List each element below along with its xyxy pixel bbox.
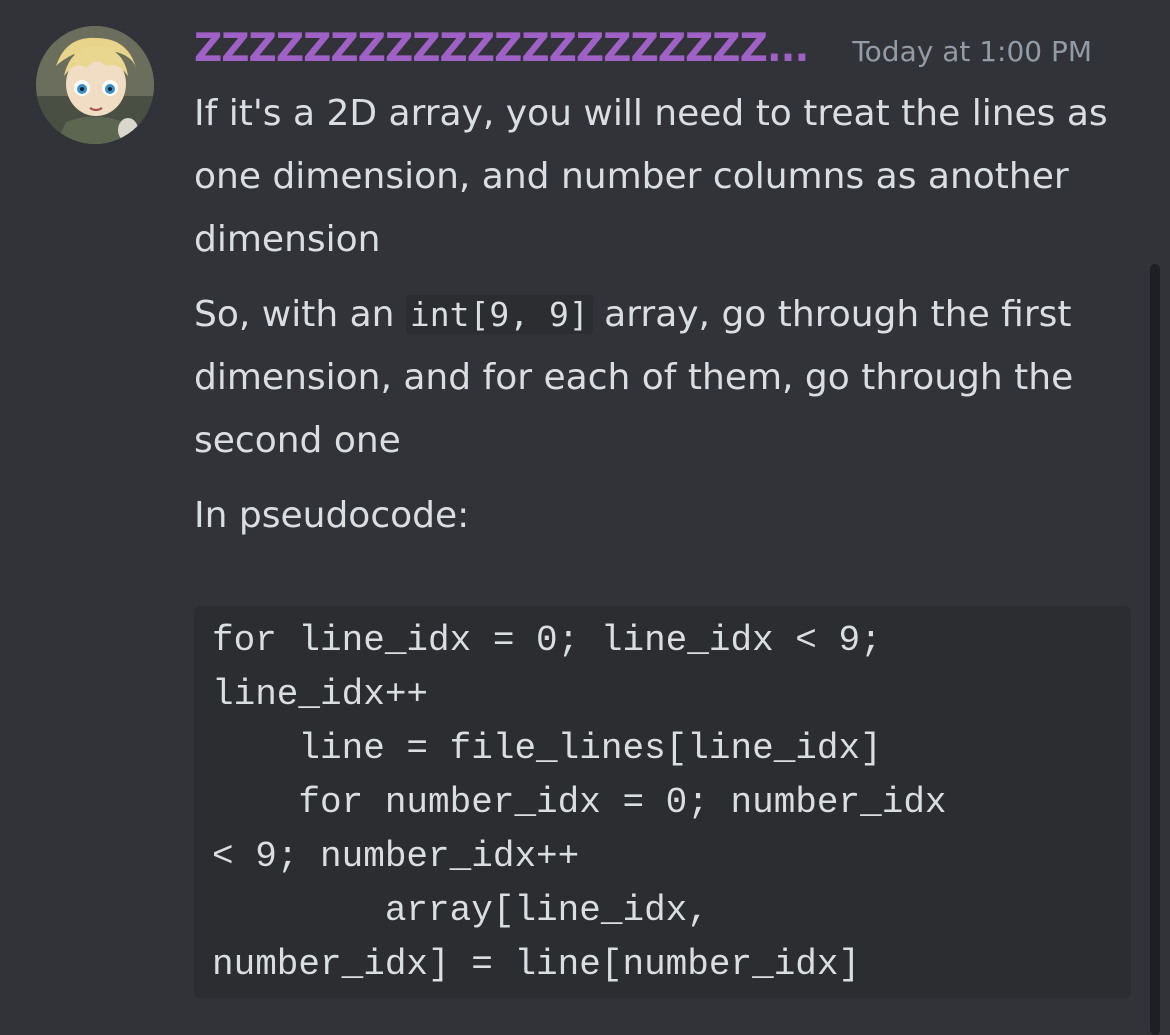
inline-code: int[9, 9]: [405, 295, 593, 334]
message-paragraph: If it's a 2D array, you will need to tre…: [194, 93, 1108, 260]
message-paragraph: So, with an int[9, 9] array, go through …: [194, 283, 1134, 472]
scrollbar[interactable]: [1150, 264, 1160, 1035]
code-line: line = file_lines[line_idx]: [212, 728, 882, 769]
text-segment: So, with an: [194, 294, 406, 335]
code-line: < 9; number_idx++: [212, 836, 580, 877]
code-line: line_idx++: [212, 674, 429, 715]
code-line: for line_idx = 0; line_idx < 9;: [212, 620, 882, 661]
code-line: array[line_idx,: [212, 890, 709, 931]
chat-message: ZZZZZZZZZZZZZZZZZZZZZ... Today at 1:00 P…: [0, 0, 1170, 1035]
author-name[interactable]: ZZZZZZZZZZZZZZZZZZZZZ...: [194, 26, 809, 71]
code-line: number_idx] = line[number_idx]: [212, 944, 861, 985]
user-avatar[interactable]: [36, 26, 154, 144]
message-content: If it's a 2D array, you will need to tre…: [194, 82, 1134, 559]
message-header: ZZZZZZZZZZZZZZZZZZZZZ... Today at 1:00 P…: [194, 26, 1092, 78]
message-paragraph: In pseudocode:: [194, 495, 470, 536]
code-block: for line_idx = 0; line_idx < 9; line_idx…: [194, 606, 1131, 998]
message-timestamp[interactable]: Today at 1:00 PM: [852, 35, 1092, 68]
code-line: for number_idx = 0; number_idx: [212, 782, 947, 823]
avatar-image: [36, 26, 154, 144]
